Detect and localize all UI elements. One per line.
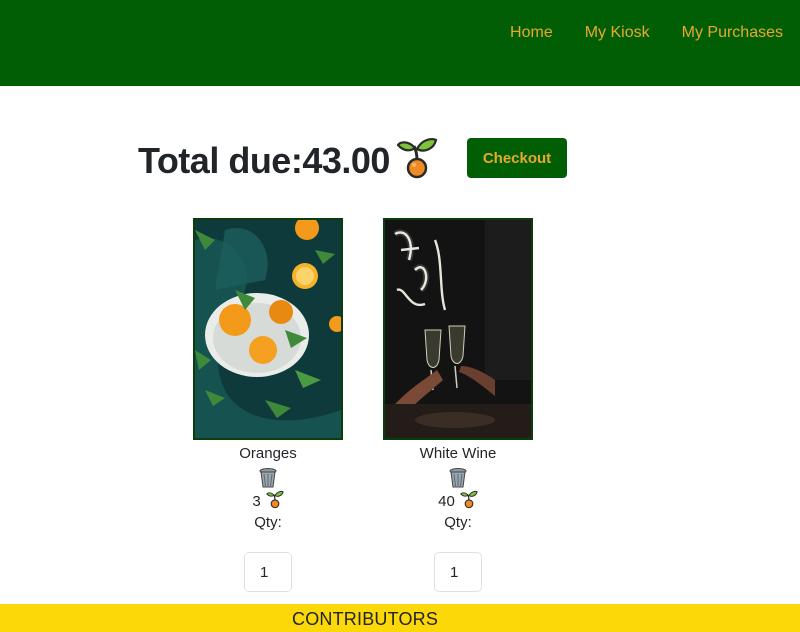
price-value: 3 [252,492,261,510]
product-name: Oranges [239,445,297,462]
nav-link-my-kiosk[interactable]: My Kiosk [585,24,650,42]
product-name: White Wine [419,445,497,462]
total-due-label: Total due:43.00 [138,139,390,181]
trash-icon[interactable] [193,467,343,489]
product-card: Oranges 3 Qty: [193,218,343,592]
trash-icon[interactable] [383,467,533,489]
sprout-icon [265,490,284,513]
footer-title: CONTRIBUTORS [292,609,439,629]
nav-link-home[interactable]: Home [510,24,553,42]
sprout-icon [396,136,438,185]
product-image-white-wine [383,218,533,440]
product-price: 40 [383,489,533,513]
product-price: 3 [193,489,343,513]
nav-link-my-purchases[interactable]: My Purchases [682,24,783,42]
product-image-oranges [193,218,343,440]
sprout-icon [460,490,478,513]
qty-input[interactable] [434,552,482,592]
total-due: Total due:43.00 [138,136,438,185]
checkout-button[interactable]: Checkout [467,138,567,178]
product-card: White Wine 40 Qty: [383,218,533,592]
qty-input[interactable] [244,552,292,592]
navbar: Home My Kiosk My Purchases [0,0,800,86]
price-value: 40 [438,492,455,510]
qty-label: Qty: [254,514,282,531]
nav-links: Home My Kiosk My Purchases [510,24,783,42]
footer: CONTRIBUTORS [0,604,800,632]
qty-label: Qty: [444,514,472,531]
total-due-value: 43.00 [302,139,390,181]
